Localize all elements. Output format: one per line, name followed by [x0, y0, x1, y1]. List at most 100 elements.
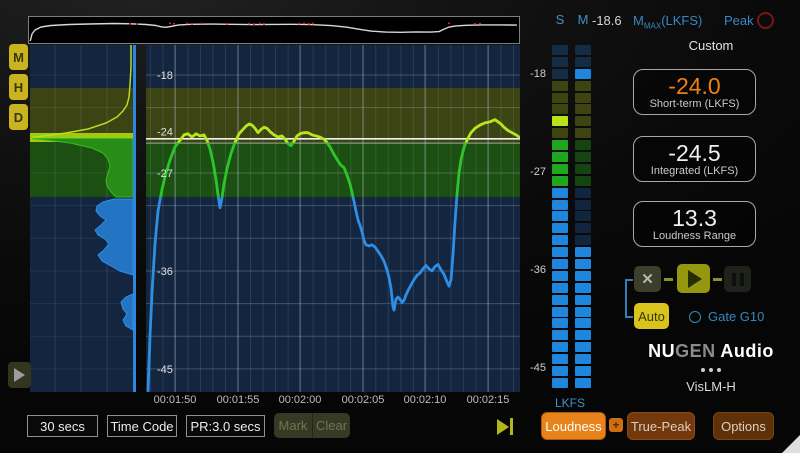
pause-button[interactable]	[724, 266, 751, 292]
meter-segment	[552, 283, 568, 293]
svg-text:-18: -18	[157, 70, 173, 82]
expand-panel-button[interactable]	[8, 362, 31, 388]
time-label: 00:02:10	[393, 394, 457, 406]
meter-segment	[552, 81, 568, 91]
time-label: 00:01:55	[206, 394, 270, 406]
loudness-range-value: 13.3	[672, 206, 717, 230]
meter-segment	[575, 378, 591, 388]
transport-dash	[713, 278, 722, 281]
overview-waveform	[29, 17, 517, 41]
skip-to-end-icon	[497, 419, 509, 435]
meter-segment	[575, 223, 591, 233]
play-button[interactable]	[677, 264, 710, 293]
momentary-max-label: MMAX(LKFS)	[633, 13, 702, 31]
meter-scale-label: -27	[520, 166, 546, 178]
meter-segment	[552, 45, 568, 55]
reset-button[interactable]: ✕	[634, 266, 661, 292]
auto-link-line	[625, 279, 627, 318]
gate-indicator-light[interactable]	[689, 311, 701, 323]
meter-header-m: M	[575, 12, 591, 27]
playhead-line	[133, 45, 136, 392]
time-label: 00:01:50	[143, 394, 207, 406]
skip-to-end-icon-bar	[510, 418, 513, 435]
auto-link-line-bottom	[625, 316, 633, 318]
meter-segment	[552, 354, 568, 364]
loudness-range-readout[interactable]: 13.3 Loudness Range	[633, 201, 756, 247]
time-axis: 00:01:5000:01:5500:02:0000:02:0500:02:10…	[146, 394, 520, 408]
meter-segment	[575, 128, 591, 138]
short-term-value: -24.0	[668, 74, 720, 98]
mark-button[interactable]: Mark	[274, 413, 313, 438]
product-name: VisLM-H	[630, 379, 792, 394]
nugen-audio-logo: NUGEN Audio	[630, 341, 792, 362]
true-peak-tab-button[interactable]: True-Peak	[627, 412, 695, 440]
auto-button[interactable]: Auto	[634, 303, 669, 329]
meter-segment	[552, 176, 568, 186]
add-view-button[interactable]: +	[609, 418, 623, 432]
meter-segment	[575, 211, 591, 221]
loudness-tab-button[interactable]: Loudness	[541, 412, 606, 440]
meter-segment	[552, 200, 568, 210]
meter-segment	[575, 318, 591, 328]
meter-segment	[552, 259, 568, 269]
short-term-readout[interactable]: -24.0 Short-term (LKFS)	[633, 69, 756, 115]
meter-segment	[552, 116, 568, 126]
mode-button-distribution[interactable]: D	[9, 104, 28, 130]
svg-text:-27: -27	[157, 168, 173, 180]
skip-to-end-button[interactable]	[497, 418, 513, 435]
options-button[interactable]: Options	[713, 412, 774, 440]
play-triangle-icon	[14, 368, 25, 382]
mode-button-momentary[interactable]: M	[9, 44, 28, 70]
loudness-history-graph[interactable]: -18-24-27-36-45	[146, 45, 520, 392]
meter-segment	[575, 81, 591, 91]
clear-button[interactable]: Clear	[313, 413, 350, 438]
meter-scale-label: -45	[520, 362, 546, 374]
meter-segment	[552, 188, 568, 198]
mode-button-history[interactable]: H	[9, 74, 28, 100]
meter-scale-label: -18	[520, 68, 546, 80]
meter-segment	[552, 295, 568, 305]
time-mode-field[interactable]: Time Code	[107, 415, 177, 437]
meter-segment	[575, 307, 591, 317]
meter-segment	[575, 164, 591, 174]
mmax-m: M	[633, 13, 644, 28]
meter-segment	[575, 259, 591, 269]
close-icon: ✕	[641, 270, 654, 288]
meter-segment	[575, 342, 591, 352]
meter-segment	[575, 69, 591, 79]
session-overview-strip[interactable]	[28, 16, 520, 44]
preset-name[interactable]: Custom	[630, 38, 792, 53]
short-term-label: Short-term (LKFS)	[650, 98, 740, 111]
meter-segment	[552, 366, 568, 376]
meter-segment	[552, 69, 568, 79]
meter-segment	[552, 128, 568, 138]
history-length-field[interactable]: 30 secs	[27, 415, 98, 437]
meter-segment	[552, 211, 568, 221]
meter-segment	[575, 247, 591, 257]
meter-segment	[575, 57, 591, 67]
time-label: 00:02:00	[268, 394, 332, 406]
mark-clear-group: Mark Clear	[274, 413, 350, 438]
resize-handle[interactable]	[782, 435, 800, 453]
integrated-label: Integrated (LKFS)	[651, 165, 738, 178]
meter-segment	[575, 330, 591, 340]
peak-indicator-light[interactable]	[757, 12, 774, 29]
peak-label: Peak	[724, 13, 754, 28]
momentary-max-value: -18.6	[592, 13, 622, 28]
logo-gen: GEN	[675, 341, 716, 361]
svg-text:-36: -36	[157, 266, 173, 278]
meter-segment	[552, 378, 568, 388]
transport-dash	[664, 278, 673, 281]
integrated-readout[interactable]: -24.5 Integrated (LKFS)	[633, 136, 756, 182]
integrated-value: -24.5	[668, 141, 720, 165]
short-term-meter-bar	[552, 45, 568, 390]
play-icon	[688, 270, 702, 288]
meter-segment	[575, 271, 591, 281]
meter-segment	[552, 271, 568, 281]
meter-scale-label: -36	[520, 264, 546, 276]
pre-roll-field[interactable]: PR:3.0 secs	[186, 415, 265, 437]
meter-segment	[575, 176, 591, 186]
meter-segment	[575, 104, 591, 114]
pause-icon	[732, 273, 736, 286]
meter-segment	[575, 235, 591, 245]
